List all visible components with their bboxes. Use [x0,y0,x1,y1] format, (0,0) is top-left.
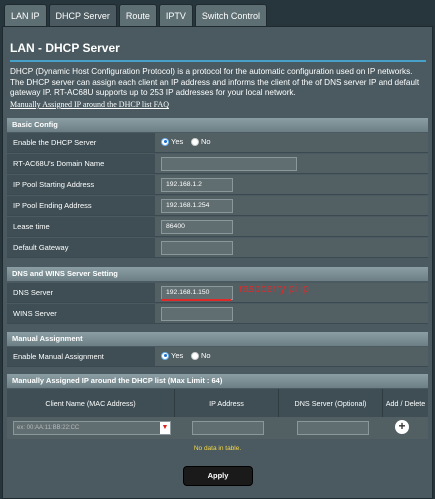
col-dns-server: DNS Server (Optional) [279,389,383,417]
radio-yes-label: Yes [171,351,184,360]
radio-selected-icon [161,351,169,360]
default-gateway-label: Default Gateway [7,238,155,257]
pool-start-input[interactable]: 192.168.1.2 [161,178,233,192]
enable-dhcp-row: Enable the DHCP Server Yes No [7,133,428,153]
col-ip-address: IP Address [175,389,279,417]
radio-unselected-icon [191,137,199,146]
lease-time-label: Lease time [7,217,155,236]
enable-dhcp-yes-radio[interactable]: Yes [161,137,183,146]
wins-server-cell [155,304,428,323]
enable-manual-cell: Yes No [155,347,428,366]
lease-time-input[interactable]: 86400 [161,220,233,234]
enable-manual-label: Enable Manual Assignment [7,347,155,366]
ip-address-input[interactable] [192,421,264,435]
tab-switch-control[interactable]: Switch Control [194,4,267,26]
mac-address-placeholder: ex: 00:AA:11:BB:22:CC [17,425,80,431]
dns-server-label: DNS Server [7,283,155,302]
dhcp-panel: LAN - DHCP Server DHCP (Dynamic Host Con… [2,26,433,499]
wins-server-label: WINS Server [7,304,155,323]
pool-end-input[interactable]: 192.168.1.254 [161,199,233,213]
mac-address-select[interactable]: ex: 00:AA:11:BB:22:CC ▼ [13,421,171,435]
radio-yes-label: Yes [171,137,184,146]
lease-time-row: Lease time 86400 [7,217,428,237]
radio-no-label: No [201,351,211,360]
dns-wins-header: DNS and WINS Server Setting [7,267,428,281]
manual-list-table-header: Client Name (MAC Address) IP Address DNS… [7,389,428,417]
plus-circle-icon[interactable]: + [395,420,409,434]
domain-name-cell [155,154,428,173]
apply-button[interactable]: Apply [183,466,253,486]
page-title: LAN - DHCP Server [10,41,120,55]
enable-dhcp-label: Enable the DHCP Server [7,133,155,152]
tab-route[interactable]: Route [118,4,157,26]
wins-server-input[interactable] [161,307,233,321]
col-client-name: Client Name (MAC Address) [7,389,175,417]
manual-list-header: Manually Assigned IP around the DHCP lis… [7,374,428,388]
radio-unselected-icon [191,351,199,360]
dns-server-input[interactable]: 192.168.1.150 [161,286,233,300]
pool-start-row: IP Pool Starting Address 192.168.1.2 [7,175,428,195]
domain-name-label: RT-AC68U's Domain Name [7,154,155,173]
domain-name-input[interactable] [161,157,297,171]
enable-dhcp-no-radio[interactable]: No [191,137,211,146]
dns-annotation: raspberry pi ip [239,283,309,295]
lease-time-cell: 86400 [155,217,428,236]
tab-iptv[interactable]: IPTV [158,4,193,26]
pool-start-label: IP Pool Starting Address [7,175,155,194]
enable-manual-row: Enable Manual Assignment Yes No [7,347,428,367]
pool-end-row: IP Pool Ending Address 192.168.1.254 [7,196,428,216]
pool-start-cell: 192.168.1.2 [155,175,428,194]
col-add-delete: Add / Delete [385,398,426,408]
radio-selected-icon [161,137,169,146]
title-divider [10,60,426,62]
tab-lan-ip[interactable]: LAN IP [4,4,47,26]
default-gateway-row: Default Gateway [7,238,428,258]
manual-list-entry-row: ex: 00:AA:11:BB:22:CC ▼ + [7,417,428,439]
radio-no-label: No [201,137,211,146]
manual-assignment-header: Manual Assignment [7,332,428,346]
enable-manual-yes-radio[interactable]: Yes [161,351,183,360]
default-gateway-cell [155,238,428,257]
tab-bar: LAN IP DHCP Server Route IPTV Switch Con… [4,4,269,30]
dns-annotation-underline [161,299,231,301]
enable-dhcp-value: Yes No [155,133,428,152]
faq-link[interactable]: Manually Assigned IP around the DHCP lis… [10,100,169,109]
pool-end-label: IP Pool Ending Address [7,196,155,215]
page-description: DHCP (Dynamic Host Configuration Protoco… [10,67,420,97]
dns-server-optional-input[interactable] [297,421,369,435]
empty-table-message: No data in table. [7,439,428,459]
pool-end-cell: 192.168.1.254 [155,196,428,215]
enable-manual-no-radio[interactable]: No [191,351,211,360]
default-gateway-input[interactable] [161,241,233,255]
chevron-down-icon[interactable]: ▼ [160,422,170,434]
wins-server-row: WINS Server [7,304,428,324]
basic-config-header: Basic Config [7,118,428,132]
domain-name-row: RT-AC68U's Domain Name [7,154,428,174]
